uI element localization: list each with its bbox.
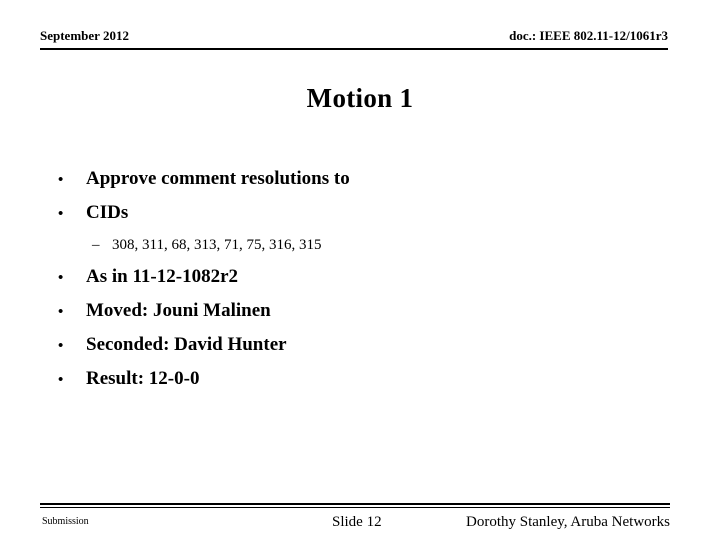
bullet-item-approve: • Approve comment resolutions to [58,162,678,196]
bullet-text: As in 11-12-1082r2 [86,266,238,287]
bullet-dot-icon: • [58,304,64,320]
slide-canvas: September 2012 doc.: IEEE 802.11-12/1061… [0,0,720,540]
bullet-item-as-in: • As in 11-12-1082r2 [58,260,678,294]
bullet-text: Seconded: David Hunter [86,334,287,355]
sub-bullet-item-cid-list: – 308, 311, 68, 313, 71, 75, 316, 315 [58,230,678,260]
header-document-number: doc.: IEEE 802.11-12/1061r3 [509,28,668,43]
slide-body: • Approve comment resolutions to • CIDs … [58,162,678,396]
slide-footer: Submission Slide 12 Dorothy Stanley, Aru… [40,503,670,537]
bullet-dot-icon: • [58,206,64,222]
bullet-text: Result: 12-0-0 [86,368,200,389]
bullet-item-cids: • CIDs [58,196,678,230]
footer-author: Dorothy Stanley, Aruba Networks [466,514,670,530]
page-title: Motion 1 [306,83,414,113]
bullet-dot-icon: • [58,338,64,354]
bullet-dot-icon: • [58,372,64,388]
footer-submission-label: Submission [42,516,89,527]
slide-header: September 2012 doc.: IEEE 802.11-12/1061… [40,28,668,52]
header-date: September 2012 [40,28,129,43]
header-row: September 2012 doc.: IEEE 802.11-12/1061… [40,28,668,44]
bullet-item-moved: • Moved: Jouni Malinen [58,294,678,328]
bullet-item-result: • Result: 12-0-0 [58,362,678,396]
sub-bullet-text: 308, 311, 68, 313, 71, 75, 316, 315 [112,237,322,253]
bullet-text: Moved: Jouni Malinen [86,300,271,321]
bullet-item-seconded: • Seconded: David Hunter [58,328,678,362]
header-divider [40,48,668,50]
dash-bullet-icon: – [92,237,100,253]
bullet-dot-icon: • [58,270,64,286]
bullet-dot-icon: • [58,172,64,188]
footer-divider-thin [40,507,670,508]
bullet-text: Approve comment resolutions to [86,168,350,189]
footer-divider [40,503,670,505]
footer-slide-number: Slide 12 [332,514,382,530]
footer-row: Submission Slide 12 Dorothy Stanley, Aru… [40,510,670,536]
bullet-text: CIDs [86,202,129,223]
